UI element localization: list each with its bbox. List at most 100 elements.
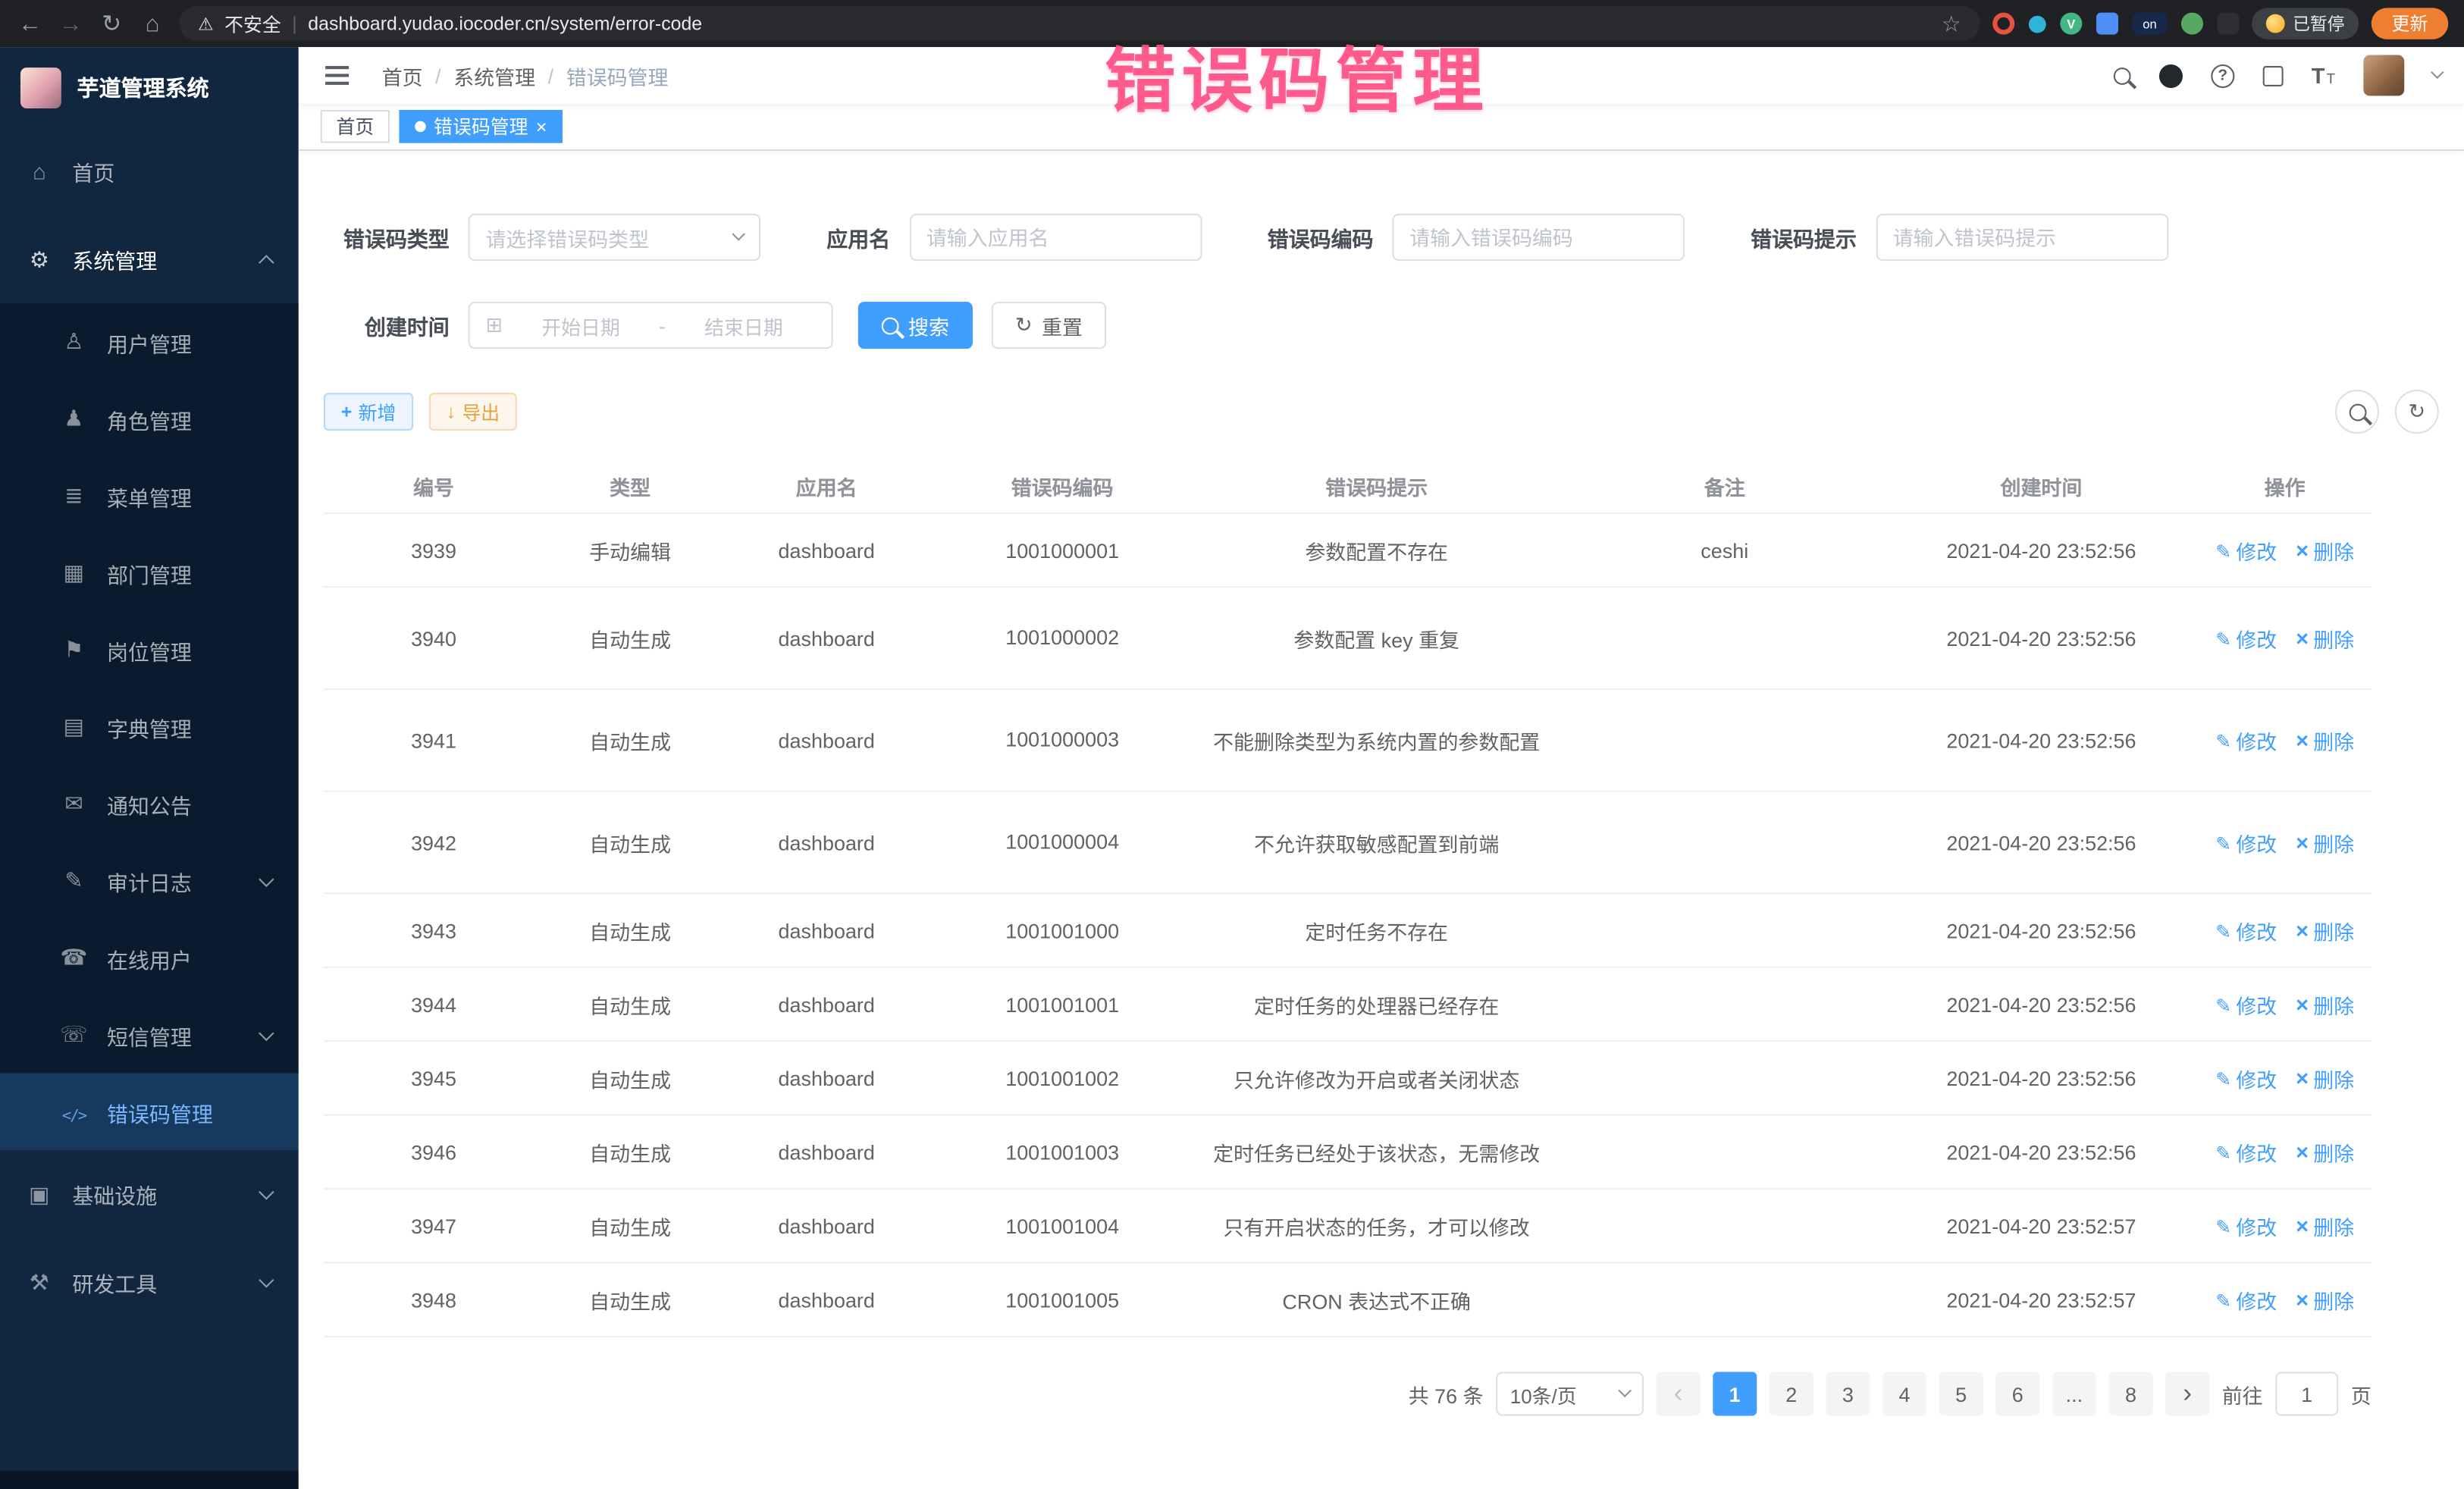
edit-link[interactable]: 修改 [2215,1137,2277,1167]
sidebar-item[interactable]: 在线用户 [0,920,299,997]
breadcrumb-current: 错误码管理 [566,61,669,90]
sidebar-logo[interactable]: 芋道管理系统 [0,47,299,127]
sidebar-item[interactable]: 通知公告 [0,765,299,842]
fullscreen-icon[interactable] [2263,65,2284,86]
page-button[interactable]: 2 [1770,1371,1814,1415]
cell-code: 1001000004 [936,826,1188,859]
delete-link[interactable]: 删除 [2296,827,2354,857]
hamburger-icon[interactable] [325,74,349,77]
goto-page-input[interactable] [2275,1371,2338,1415]
edit-link[interactable]: 修改 [2215,1284,2277,1314]
delete-link[interactable]: 删除 [2296,989,2354,1019]
refresh-button[interactable] [2395,390,2439,434]
cell-code: 1001001003 [936,1140,1188,1164]
delete-link[interactable]: 删除 [2296,1284,2354,1314]
page-button[interactable]: 1 [1713,1371,1757,1415]
close-icon[interactable]: × [536,117,547,136]
delete-link[interactable]: 删除 [2296,726,2354,755]
sidebar-item[interactable]: 基础设施 [0,1150,299,1238]
extension-icon-green[interactable] [2181,13,2203,35]
browser-home-icon[interactable] [138,12,166,36]
add-button[interactable]: 新增 [324,393,413,431]
sidebar-item[interactable]: 岗位管理 [0,611,299,688]
sidebar-item[interactable]: 短信管理 [0,996,299,1074]
post-icon [60,636,88,663]
next-page-button[interactable] [2165,1371,2209,1415]
delete-link-label: 删除 [2313,1063,2354,1092]
edit-link[interactable]: 修改 [2215,915,2277,945]
code-value: 1001001002 [1005,1066,1119,1089]
edit-link[interactable]: 修改 [2215,726,2277,755]
sidebar-item[interactable]: 字典管理 [0,688,299,766]
sidebar-item[interactable]: 首页 [0,127,299,215]
delete-link[interactable]: 删除 [2296,915,2354,945]
edit-link[interactable]: 修改 [2215,989,2277,1019]
delete-link[interactable]: 删除 [2296,1063,2354,1092]
vue-devtools-icon[interactable] [2060,13,2082,35]
paused-badge[interactable]: 已暂停 [2252,8,2359,39]
edit-link[interactable]: 修改 [2215,623,2277,653]
breadcrumb-separator: / [548,64,554,87]
delete-link[interactable]: 删除 [2296,1137,2354,1167]
browser-reload-icon[interactable] [98,12,126,36]
extension-icon-on-badge[interactable] [2133,13,2168,35]
page-size-select[interactable]: 10条/页 [1496,1371,1644,1415]
cell-type: 自动生成 [544,1137,716,1167]
edit-link-label: 修改 [2236,535,2277,565]
reset-button[interactable]: 重置 [992,302,1106,349]
user-avatar[interactable] [2363,55,2404,96]
search-icon[interactable] [2114,67,2131,84]
sidebar-item[interactable]: 系统管理 [0,215,299,303]
page-button[interactable]: 5 [1939,1371,1983,1415]
delete-link[interactable]: 删除 [2296,623,2354,653]
sidebar-item[interactable]: 研发工具 [0,1238,299,1326]
delete-link[interactable]: 删除 [2296,1211,2354,1240]
error-hint-input[interactable] [1876,214,2168,261]
table-row: 3947 自动生成 dashboard 1001001004 只有开启状态的任务… [324,1190,2372,1263]
search-button[interactable]: 搜索 [858,302,973,349]
address-bar[interactable]: 不安全 | dashboard.yudao.iocoder.cn/system/… [179,6,1980,41]
toggle-search-button[interactable] [2335,390,2379,434]
prev-page-button[interactable] [1657,1371,1701,1415]
browser-forward-icon[interactable] [57,12,85,36]
cell-actions: 修改 删除 [2199,726,2372,755]
extension-icon-grid[interactable] [2096,13,2118,35]
page-tag[interactable]: 首页 × [321,110,390,143]
extension-icon-teal[interactable] [2029,15,2046,33]
edit-link[interactable]: 修改 [2215,827,2277,857]
browser-back-icon[interactable] [16,12,44,36]
date-range-picker[interactable]: 开始日期 - 结束日期 [469,302,833,349]
sidebar-item[interactable]: 角色管理 [0,381,299,458]
error-code-input[interactable] [1392,214,1685,261]
cell-app: dashboard [716,830,936,854]
page-button[interactable]: 8 [2108,1371,2152,1415]
delete-link[interactable]: 删除 [2296,535,2354,565]
error-type-select[interactable]: 请选择错误码类型 [469,214,761,261]
bookmark-star-icon[interactable] [1942,10,1961,36]
page-button[interactable]: 4 [1882,1371,1926,1415]
page-button[interactable]: ... [2052,1371,2096,1415]
edit-link[interactable]: 修改 [2215,1063,2277,1092]
export-button[interactable]: 导出 [429,393,517,431]
sidebar-item[interactable]: 错误码管理 [0,1074,299,1151]
extensions-puzzle-icon[interactable] [2218,13,2240,35]
edit-link[interactable]: 修改 [2215,535,2277,565]
sidebar-item[interactable]: 审计日志 [0,842,299,920]
browser-update-button[interactable]: 更新 [2372,8,2449,39]
sidebar-collapse-bar[interactable] [0,1471,299,1489]
font-size-icon[interactable] [2312,63,2335,88]
page-button[interactable]: 6 [1995,1371,2039,1415]
sidebar-item[interactable]: 部门管理 [0,534,299,612]
breadcrumb-system[interactable]: 系统管理 [453,61,535,90]
page-button[interactable]: 3 [1826,1371,1870,1415]
breadcrumb-home[interactable]: 首页 [382,61,423,90]
sidebar-item[interactable]: 菜单管理 [0,457,299,534]
extension-icon-ring[interactable] [1992,13,2014,35]
sidebar-item[interactable]: 用户管理 [0,303,299,381]
avatar-caret-icon[interactable] [2431,66,2444,80]
github-icon[interactable] [2159,64,2183,87]
page-tag[interactable]: 错误码管理 × [399,110,563,143]
app-name-input[interactable] [909,214,1202,261]
help-icon[interactable] [2211,64,2234,87]
edit-link[interactable]: 修改 [2215,1211,2277,1240]
